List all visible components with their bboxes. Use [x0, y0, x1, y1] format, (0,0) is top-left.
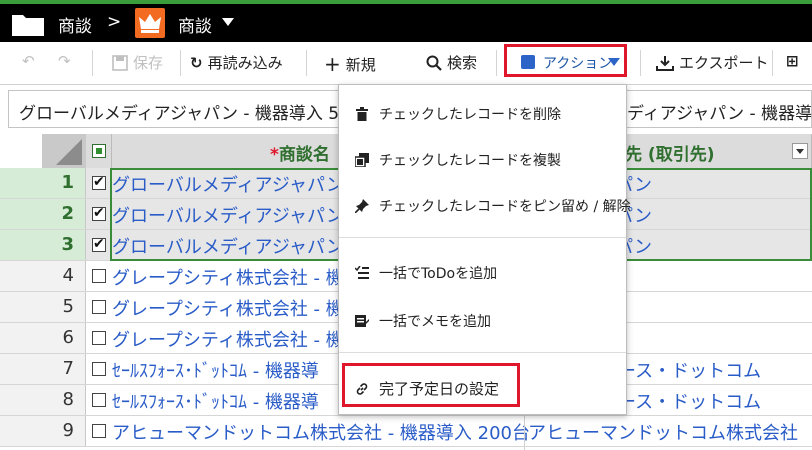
toolbar-divider: [180, 50, 181, 76]
save-label: 保存: [133, 54, 164, 72]
checkbox-action-icon: [521, 55, 535, 69]
row-number-cell[interactable]: 7: [0, 354, 86, 384]
todo-list-icon: [355, 266, 369, 279]
view-selector[interactable]: 商談: [178, 12, 212, 37]
export-label: エクスポート: [679, 54, 769, 72]
menu-item-bulk-memo[interactable]: 一括でメモを追加: [355, 311, 491, 331]
row-number: 8: [62, 389, 74, 410]
new-label: 新規: [345, 55, 376, 74]
row-number-cell[interactable]: 2: [0, 199, 86, 229]
toolbar-divider: [306, 50, 307, 76]
menu-item-duplicate-checked[interactable]: チェックしたレコードを複製: [355, 150, 561, 170]
reload-icon: ↻: [190, 53, 203, 72]
search-label: 検索: [447, 54, 478, 72]
toolbar-divider: [772, 50, 773, 76]
folder-icon[interactable]: [12, 12, 44, 36]
row-checkbox[interactable]: [92, 331, 106, 345]
select-all-checkbox[interactable]: [92, 144, 106, 158]
copy-icon: [355, 153, 369, 167]
row-number: 3: [61, 234, 74, 255]
row-number: 1: [61, 172, 74, 193]
reload-button[interactable]: ↻ 再読み込み: [190, 52, 283, 73]
memo-icon: [355, 315, 369, 327]
chevron-down-icon[interactable]: [222, 18, 234, 26]
menu-item-label: チェックしたレコードをピン留め / 解除: [379, 199, 631, 215]
partial-check-icon: [96, 148, 102, 154]
more-tools-icon[interactable]: ⊞: [786, 52, 799, 70]
corner-triangle-icon: [56, 139, 82, 165]
toolbar-divider: [496, 50, 497, 76]
required-mark: *: [270, 145, 279, 165]
column-label: 先 (取引先): [625, 145, 715, 165]
row-checkbox[interactable]: [92, 300, 106, 314]
save-button[interactable]: 保存: [112, 52, 163, 73]
menu-divider: [339, 352, 626, 353]
redo-icon[interactable]: ↷: [58, 52, 71, 70]
search-icon: [426, 55, 442, 71]
save-icon: [112, 54, 128, 71]
grid-corner[interactable]: [42, 134, 86, 168]
row-checkbox[interactable]: [92, 205, 106, 221]
row-checkbox[interactable]: [92, 269, 106, 283]
menu-item-pin-checked[interactable]: チェックしたレコードをピン留め / 解除: [355, 196, 631, 216]
highlight-box: [342, 363, 520, 407]
header-accent-line: [0, 0, 812, 4]
action-label: アクション: [543, 56, 613, 72]
row-checkbox[interactable]: [92, 174, 106, 190]
action-button[interactable]: アクション: [504, 44, 627, 77]
row-number: 7: [62, 358, 74, 379]
row-number-cell[interactable]: 6: [0, 323, 86, 353]
module-breadcrumb[interactable]: 商談: [58, 12, 92, 37]
row-checkbox[interactable]: [92, 424, 106, 438]
toolbar: ↶ ↷ 保存 ↻ 再読み込み + 新規 検索 エクスポート ⊞: [0, 42, 812, 108]
select-all-cell: [86, 134, 112, 168]
menu-item-label: チェックしたレコードを削除: [379, 107, 561, 123]
account-name-link[interactable]: アヒューマンドットコム株式会社: [528, 419, 812, 445]
row-number-cell[interactable]: 5: [0, 292, 86, 322]
app-header: 商談 > 商談: [0, 0, 812, 42]
export-button[interactable]: エクスポート: [656, 52, 769, 73]
row-number-cell[interactable]: 1: [0, 168, 86, 198]
opportunity-name-link[interactable]: アヒューマンドットコム株式会社 - 機器導入 200台: [112, 419, 532, 445]
menu-item-label: 一括でToDoを追加: [379, 266, 498, 282]
menu-item-delete-checked[interactable]: チェックしたレコードを削除: [355, 104, 561, 124]
record-title-left: グローバルメディアジャパン - 機器導入 5: [19, 104, 340, 124]
toolbar-divider: [92, 50, 93, 76]
row-number-cell[interactable]: 3: [0, 230, 86, 260]
download-icon: [656, 55, 674, 71]
row-number: 6: [62, 327, 74, 348]
row-number-cell[interactable]: 9: [0, 416, 86, 446]
column-filter-chevron-down-icon[interactable]: [792, 143, 808, 159]
row-number: 9: [62, 420, 74, 441]
row-checkbox[interactable]: [92, 393, 106, 407]
new-button[interactable]: + 新規: [324, 52, 376, 76]
menu-item-label: 一括でメモを追加: [379, 314, 491, 330]
row-number: 2: [61, 203, 74, 224]
row-checkbox[interactable]: [92, 362, 106, 376]
row-number-cell[interactable]: 8: [0, 385, 86, 415]
record-title-right: ディアジャパン - 機器導入: [627, 104, 812, 124]
menu-item-bulk-todo[interactable]: 一括でToDoを追加: [355, 263, 497, 283]
reload-label: 再読み込み: [207, 54, 283, 72]
chevron-down-icon: [608, 58, 620, 66]
row-number-cell[interactable]: 4: [0, 261, 86, 291]
breadcrumb-separator: >: [107, 12, 122, 32]
undo-icon[interactable]: ↶: [22, 52, 35, 70]
plus-icon: +: [324, 52, 341, 76]
row-number: 4: [62, 265, 74, 286]
trash-icon: [356, 107, 368, 121]
table-row[interactable]: 9 アヒューマンドットコム株式会社 - 機器導入 200台 アヒューマンドットコム株…: [0, 416, 812, 447]
row-number: 5: [62, 296, 74, 317]
pin-icon: [355, 199, 369, 213]
row-checkbox[interactable]: [92, 236, 106, 252]
search-button[interactable]: 検索: [426, 52, 477, 73]
menu-item-label: チェックしたレコードを複製: [379, 153, 561, 169]
crown-icon: [135, 8, 165, 38]
column-label: 商談名: [278, 145, 330, 165]
toolbar-divider: [640, 50, 641, 76]
menu-divider: [339, 237, 626, 238]
